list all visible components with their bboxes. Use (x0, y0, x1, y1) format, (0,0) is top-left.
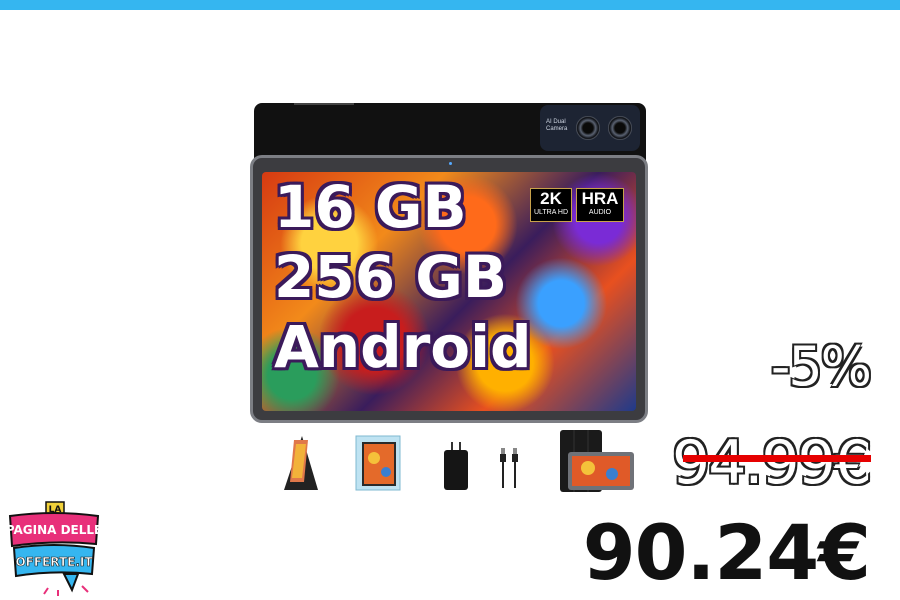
svg-text:PAGINA DELLE: PAGINA DELLE (8, 523, 100, 537)
old-price: 94.99€ (672, 428, 872, 498)
spec-storage: 256 GB (274, 243, 508, 311)
folio-case-icon (560, 430, 634, 492)
usb-cable-icon (500, 448, 518, 488)
top-accent-bar (0, 0, 900, 10)
svg-text:OFFERTE.IT: OFFERTE.IT (15, 555, 93, 569)
badge-2k: 2K ULTRA HD (530, 188, 572, 222)
old-price-strikethrough (683, 455, 871, 462)
camera-module: AI Dual Camera (540, 105, 640, 151)
tablet-body: 16 GB 256 GB Android 2K ULTRA HD HRA AUD… (250, 155, 648, 423)
product-image: AI Dual Camera 16 GB 256 GB Android 2K U… (250, 100, 650, 423)
stand-cover-icon (284, 436, 318, 490)
badge-hra-audio: HRA AUDIO (576, 188, 624, 222)
site-logo: LA PAGINA DELLE OFFERTE.IT (8, 501, 100, 596)
spec-os: Android (274, 313, 532, 381)
charger-icon (444, 442, 468, 490)
camera-lens-icon (608, 116, 632, 140)
discount-label: -5% (770, 335, 872, 398)
spec-ram: 16 GB (274, 173, 467, 241)
camera-label: AI Dual Camera (546, 119, 568, 132)
tablet-screen: 16 GB 256 GB Android 2K ULTRA HD HRA AUD… (262, 172, 636, 411)
camera-lens-icon (576, 116, 600, 140)
current-price: 90.24€ (582, 508, 871, 597)
screen-protector-icon (355, 435, 401, 491)
